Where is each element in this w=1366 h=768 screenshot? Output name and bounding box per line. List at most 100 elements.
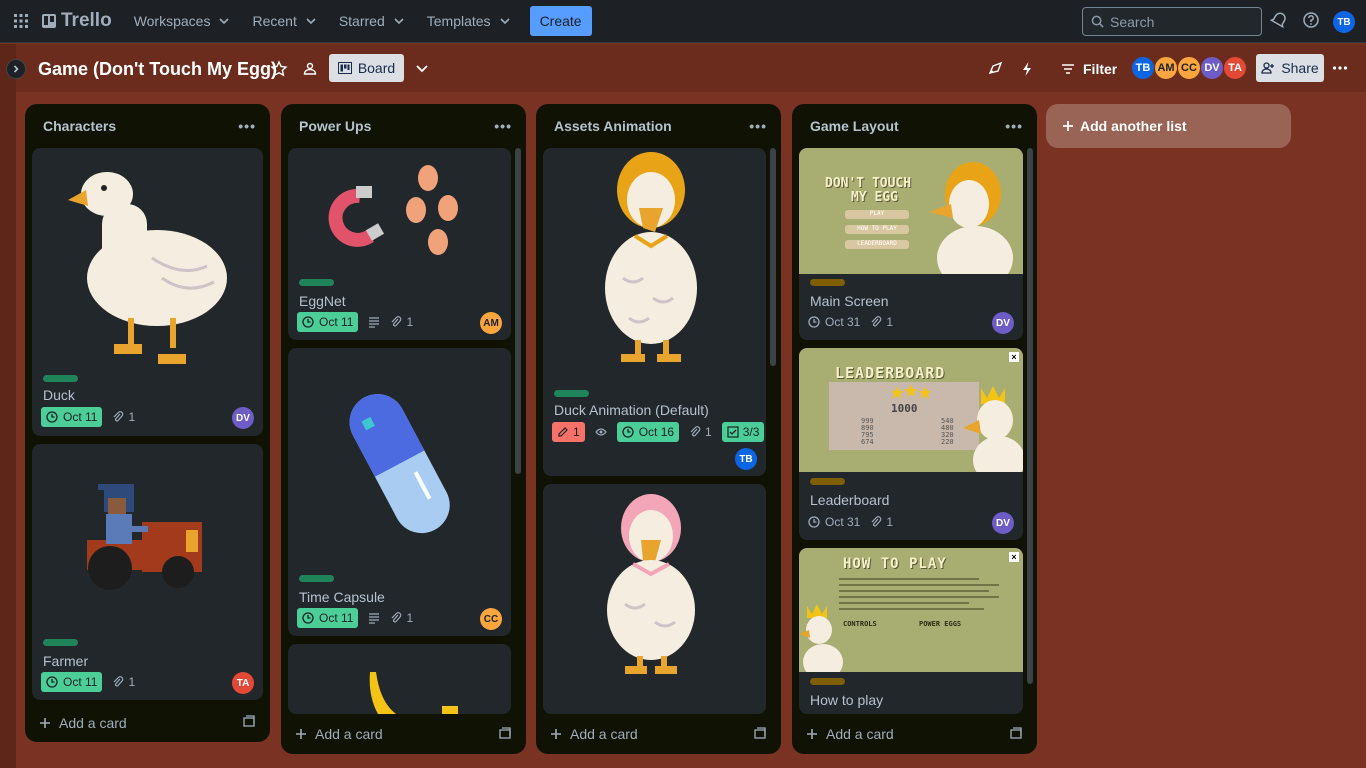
card-member-avatar[interactable]: DV (992, 312, 1014, 334)
card-farmer[interactable]: Farmer Oct 11 1 TA (32, 444, 263, 700)
account-avatar[interactable]: TB (1333, 11, 1355, 33)
list-header[interactable]: Characters ••• (25, 104, 270, 148)
expand-sidebar-button[interactable] (6, 59, 26, 79)
member-avatar[interactable]: DV (1200, 56, 1224, 80)
add-member-icon (1261, 62, 1275, 74)
card-how-to-play[interactable]: HOW TO PLAY CONTROLS POWER EGGS × How to… (799, 548, 1023, 714)
card-title: Farmer (43, 653, 89, 669)
views-dropdown-icon[interactable] (414, 60, 432, 78)
card-pink-bonnet-duck[interactable] (543, 484, 766, 714)
card-label[interactable] (554, 390, 589, 397)
list-actions-icon[interactable]: ••• (1005, 118, 1023, 134)
card-label[interactable] (810, 678, 845, 685)
member-avatar[interactable]: CC (1177, 56, 1201, 80)
member-avatar[interactable]: TA (1223, 56, 1247, 80)
attachments-count: 1 (886, 315, 894, 329)
card-duck[interactable]: Duck Oct 11 1 DV (32, 148, 263, 436)
card-member-avatar[interactable]: TA (232, 672, 254, 694)
card-template-icon[interactable] (753, 727, 767, 741)
list-actions-icon[interactable]: ••• (749, 118, 767, 134)
board-menu-icon[interactable] (1332, 60, 1352, 78)
list-header[interactable]: Game Layout ••• (792, 104, 1037, 148)
list-header[interactable]: Power Ups ••• (281, 104, 526, 148)
create-button[interactable]: Create (529, 6, 592, 36)
card-time-capsule[interactable]: Time Capsule Oct 11 1 CC (288, 348, 511, 636)
filter-button[interactable]: Filter (1055, 55, 1123, 83)
due-date-badge[interactable]: Oct 11 (41, 407, 103, 427)
vote-icon (558, 427, 568, 437)
votes-badge[interactable]: 1 (552, 422, 585, 442)
card-label[interactable] (810, 478, 845, 485)
app-switcher-icon[interactable] (9, 9, 33, 33)
list-title[interactable]: Assets Animation (554, 118, 672, 134)
cover-right-scores: 540 480 320 220 (941, 418, 954, 446)
card-member-avatar[interactable]: DV (232, 407, 254, 429)
list-actions-icon[interactable]: ••• (238, 118, 256, 134)
watching-badge (594, 426, 607, 438)
list-title[interactable]: Game Layout (810, 118, 899, 134)
power-ups-icon[interactable] (986, 60, 1004, 78)
card-partial[interactable] (288, 644, 511, 714)
help-icon[interactable] (1302, 11, 1322, 31)
automation-icon[interactable] (1018, 60, 1036, 78)
score-entry: 674 (861, 438, 874, 446)
due-date-badge[interactable]: Oct 11 (297, 312, 359, 332)
due-date-badge[interactable]: Oct 11 (41, 672, 103, 692)
card-label[interactable] (43, 639, 78, 646)
list-scrollbar[interactable] (770, 148, 776, 366)
due-date-badge[interactable]: Oct 16 (616, 422, 680, 442)
due-date-badge[interactable]: Oct 11 (297, 608, 359, 628)
star-icon[interactable] (270, 60, 288, 78)
board-title[interactable]: Game (Don't Touch My Egg) (38, 59, 277, 80)
votes-count: 1 (573, 425, 580, 439)
due-date-badge[interactable]: Oct 31 (808, 512, 860, 532)
search-input[interactable]: Search (1082, 7, 1262, 36)
add-card-button[interactable]: Add a card (550, 726, 638, 742)
cover-leaderboard-heading: LEADERBOARD (835, 364, 946, 382)
list-scrollbar[interactable] (515, 148, 521, 474)
notifications-icon[interactable] (1270, 11, 1290, 31)
card-member-avatar[interactable]: AM (480, 312, 502, 334)
card-member-avatar[interactable]: TB (735, 448, 757, 470)
add-list-button[interactable]: Add another list (1046, 104, 1291, 148)
card-main-screen[interactable]: DON'T TOUCH MY EGG PLAY HOW TO PLAY LEAD… (799, 148, 1023, 340)
add-card-button[interactable]: Add a card (39, 715, 127, 731)
visibility-icon[interactable] (301, 60, 319, 78)
card-eggnet[interactable]: EggNet Oct 11 1 AM (288, 148, 511, 340)
card-label[interactable] (810, 279, 845, 286)
share-button[interactable]: Share (1256, 54, 1324, 82)
nav-workspaces[interactable]: Workspaces (124, 5, 241, 37)
nav-recent[interactable]: Recent (242, 5, 326, 37)
nav-templates[interactable]: Templates (417, 5, 521, 37)
list-scrollbar[interactable] (1027, 148, 1033, 684)
card-label[interactable] (299, 279, 334, 286)
trello-logo[interactable]: Trello (42, 10, 112, 32)
list-title[interactable]: Power Ups (299, 118, 371, 134)
attachments-badge: 1 (390, 611, 413, 625)
card-template-icon[interactable] (1009, 727, 1023, 741)
list-header[interactable]: Assets Animation ••• (536, 104, 781, 148)
add-card-button[interactable]: Add a card (295, 726, 383, 742)
member-avatar[interactable]: TB (1131, 56, 1155, 80)
card-member-avatar[interactable]: CC (480, 608, 502, 630)
card-duck-animation[interactable]: Duck Animation (Default) 1 Oct 16 1 3/3 … (543, 148, 766, 476)
board-view-button[interactable]: Board (329, 54, 404, 82)
member-avatar[interactable]: AM (1154, 56, 1178, 80)
card-label[interactable] (43, 375, 78, 382)
due-date-text: Oct 11 (63, 675, 98, 689)
card-member-avatar[interactable]: DV (992, 512, 1014, 534)
cover-left-scores: 999 890 795 674 (861, 418, 874, 446)
list-title[interactable]: Characters (43, 118, 116, 134)
card-template-icon[interactable] (242, 715, 256, 729)
attachments-badge: 1 (689, 425, 712, 439)
list-power-ups: Power Ups ••• EggNet Oct 11 1 AM Time Ca… (281, 104, 526, 754)
card-label[interactable] (299, 575, 334, 582)
chevron-down-icon (394, 18, 404, 25)
due-date-badge[interactable]: Oct 31 (808, 312, 860, 332)
nav-starred[interactable]: Starred (329, 5, 415, 37)
add-card-button[interactable]: Add a card (806, 726, 894, 742)
card-leaderboard[interactable]: LEADERBOARD 1000 999 890 795 674 540 480… (799, 348, 1023, 540)
due-date-text: Oct 31 (825, 515, 861, 529)
list-actions-icon[interactable]: ••• (494, 118, 512, 134)
card-template-icon[interactable] (498, 727, 512, 741)
